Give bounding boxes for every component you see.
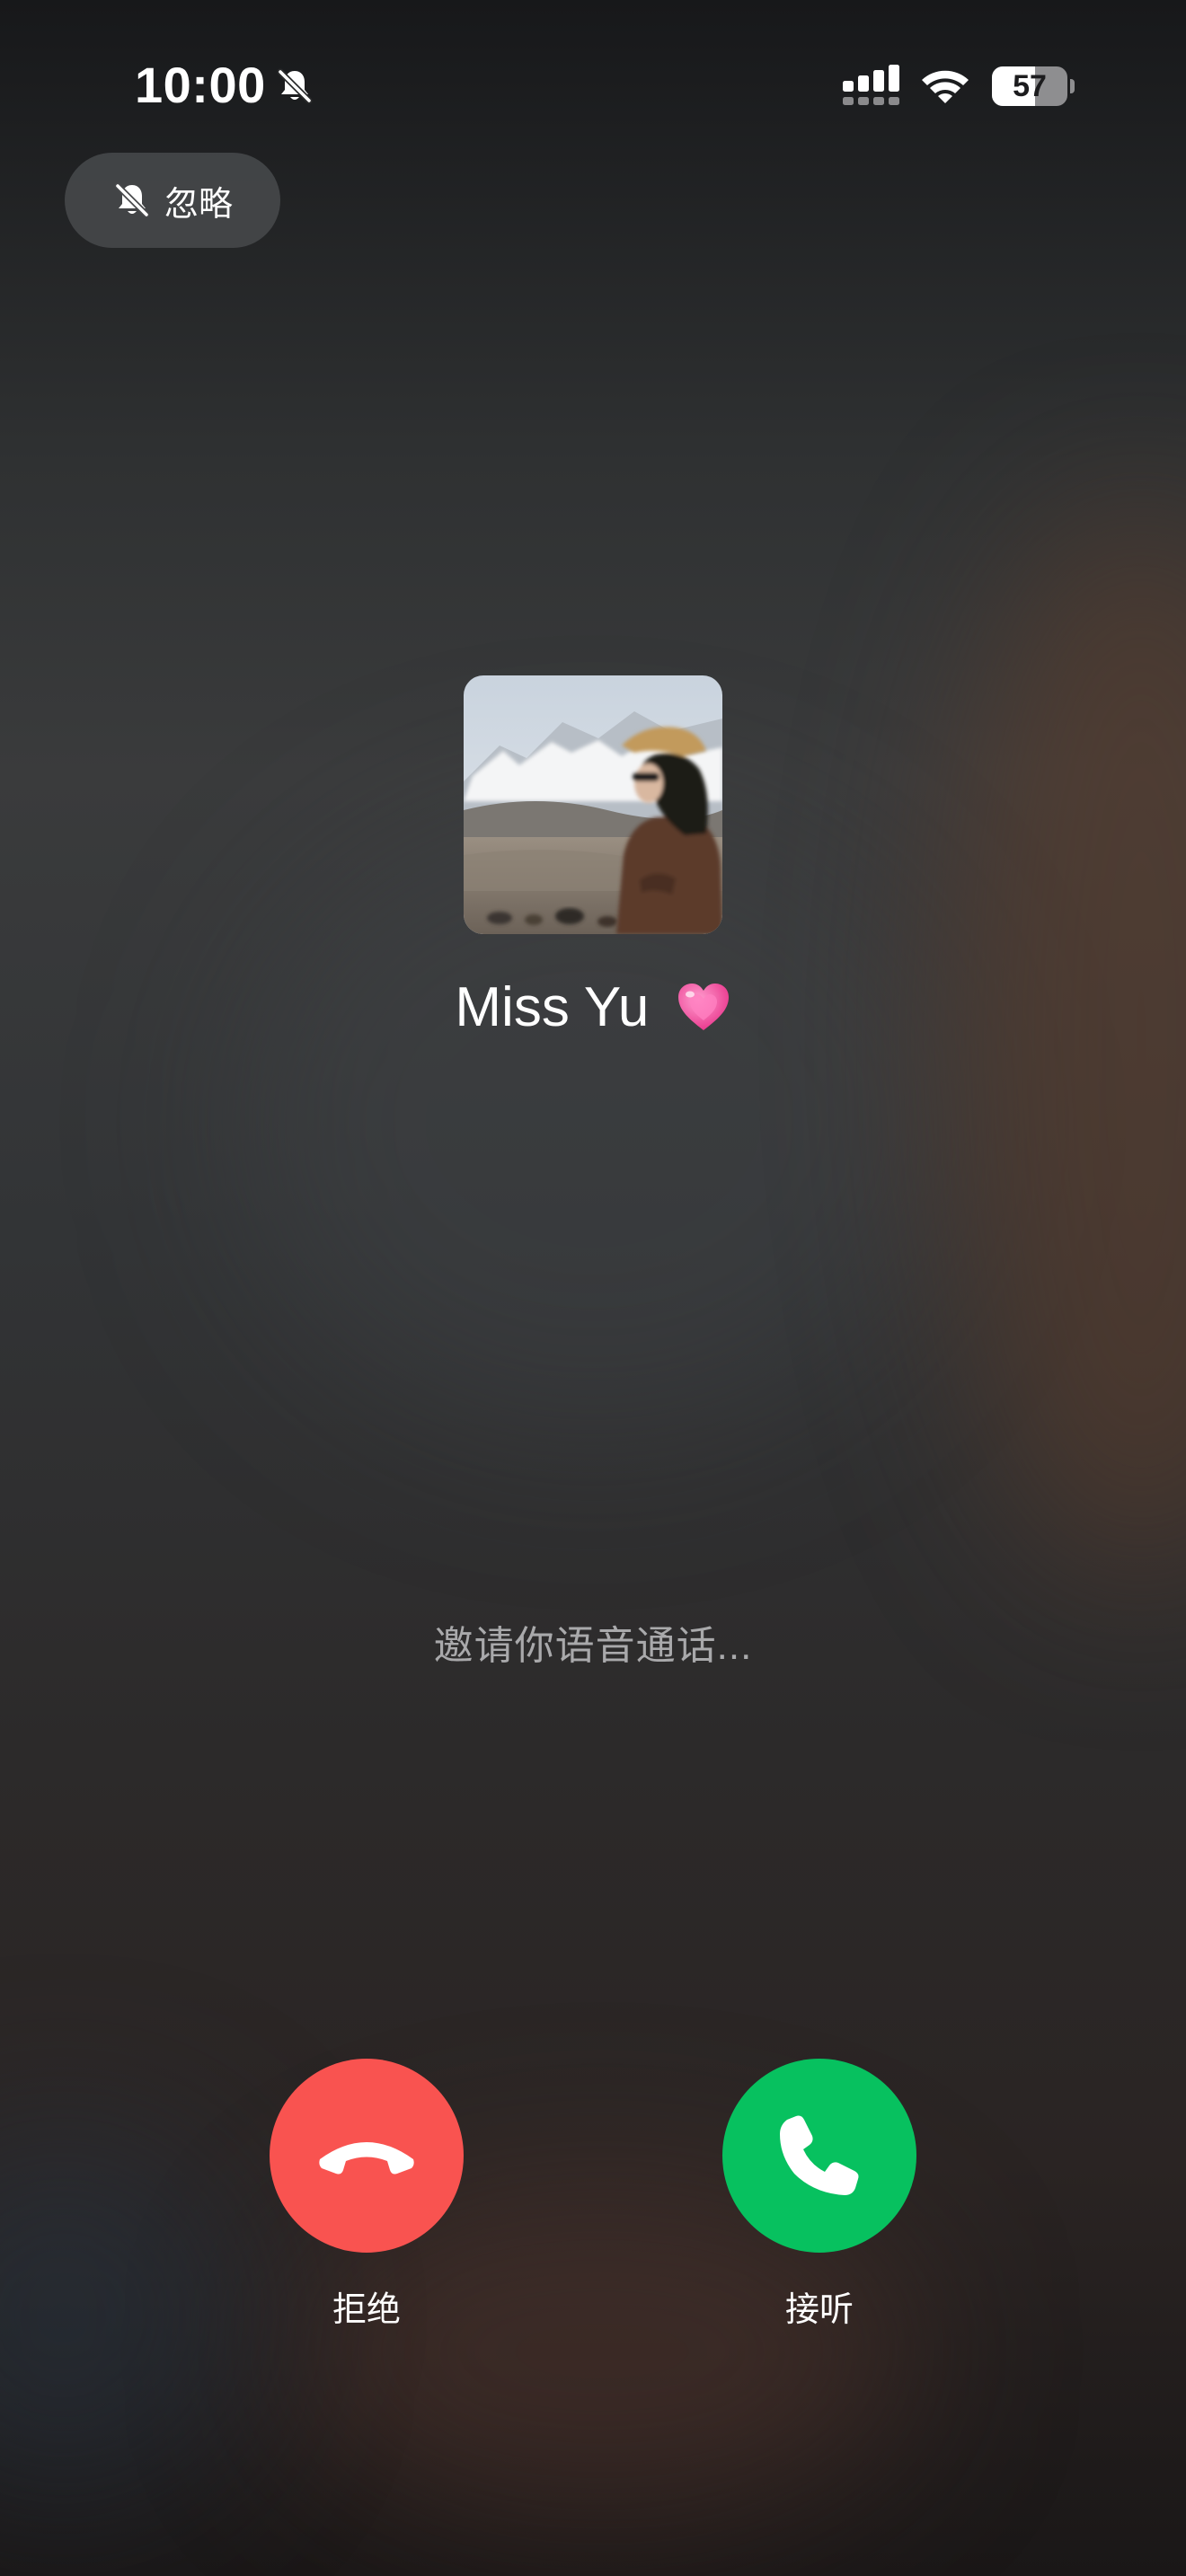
decline-button[interactable] [270,2059,464,2253]
phone-hangup-icon [319,2142,414,2175]
status-bar: 10:00 57 [0,0,1186,171]
battery-percentage: 57 [1013,69,1047,103]
status-time: 10:00 [135,57,266,113]
accept-label: 接听 [784,2291,854,2329]
incoming-call-screen: 10:00 57 忽略 Miss Yu 邀请你语音通话... 拒绝 接听 [0,0,1186,2576]
home-indicator[interactable] [467,2538,719,2549]
caller-avatar [464,675,722,934]
wifi-icon [922,70,969,103]
accept-button[interactable] [722,2059,916,2253]
bell-slash-icon [114,182,150,218]
phone-icon [780,2115,859,2195]
background-glow [943,503,1186,1581]
caller-name-text: Miss Yu [455,976,650,1038]
decline-label: 拒绝 [332,2291,401,2329]
ignore-label: 忽略 [164,185,233,224]
cellular-signal-icon [843,65,899,105]
battery-indicator: 57 [992,66,1075,106]
ignore-button[interactable]: 忽略 [65,153,280,248]
bell-slash-icon [277,68,313,104]
pink-heart-icon [677,984,729,1030]
background-glow [0,2127,252,2504]
caller-name: Miss Yu [0,975,1186,1039]
call-status-text: 邀请你语音通话... [433,1624,753,1668]
